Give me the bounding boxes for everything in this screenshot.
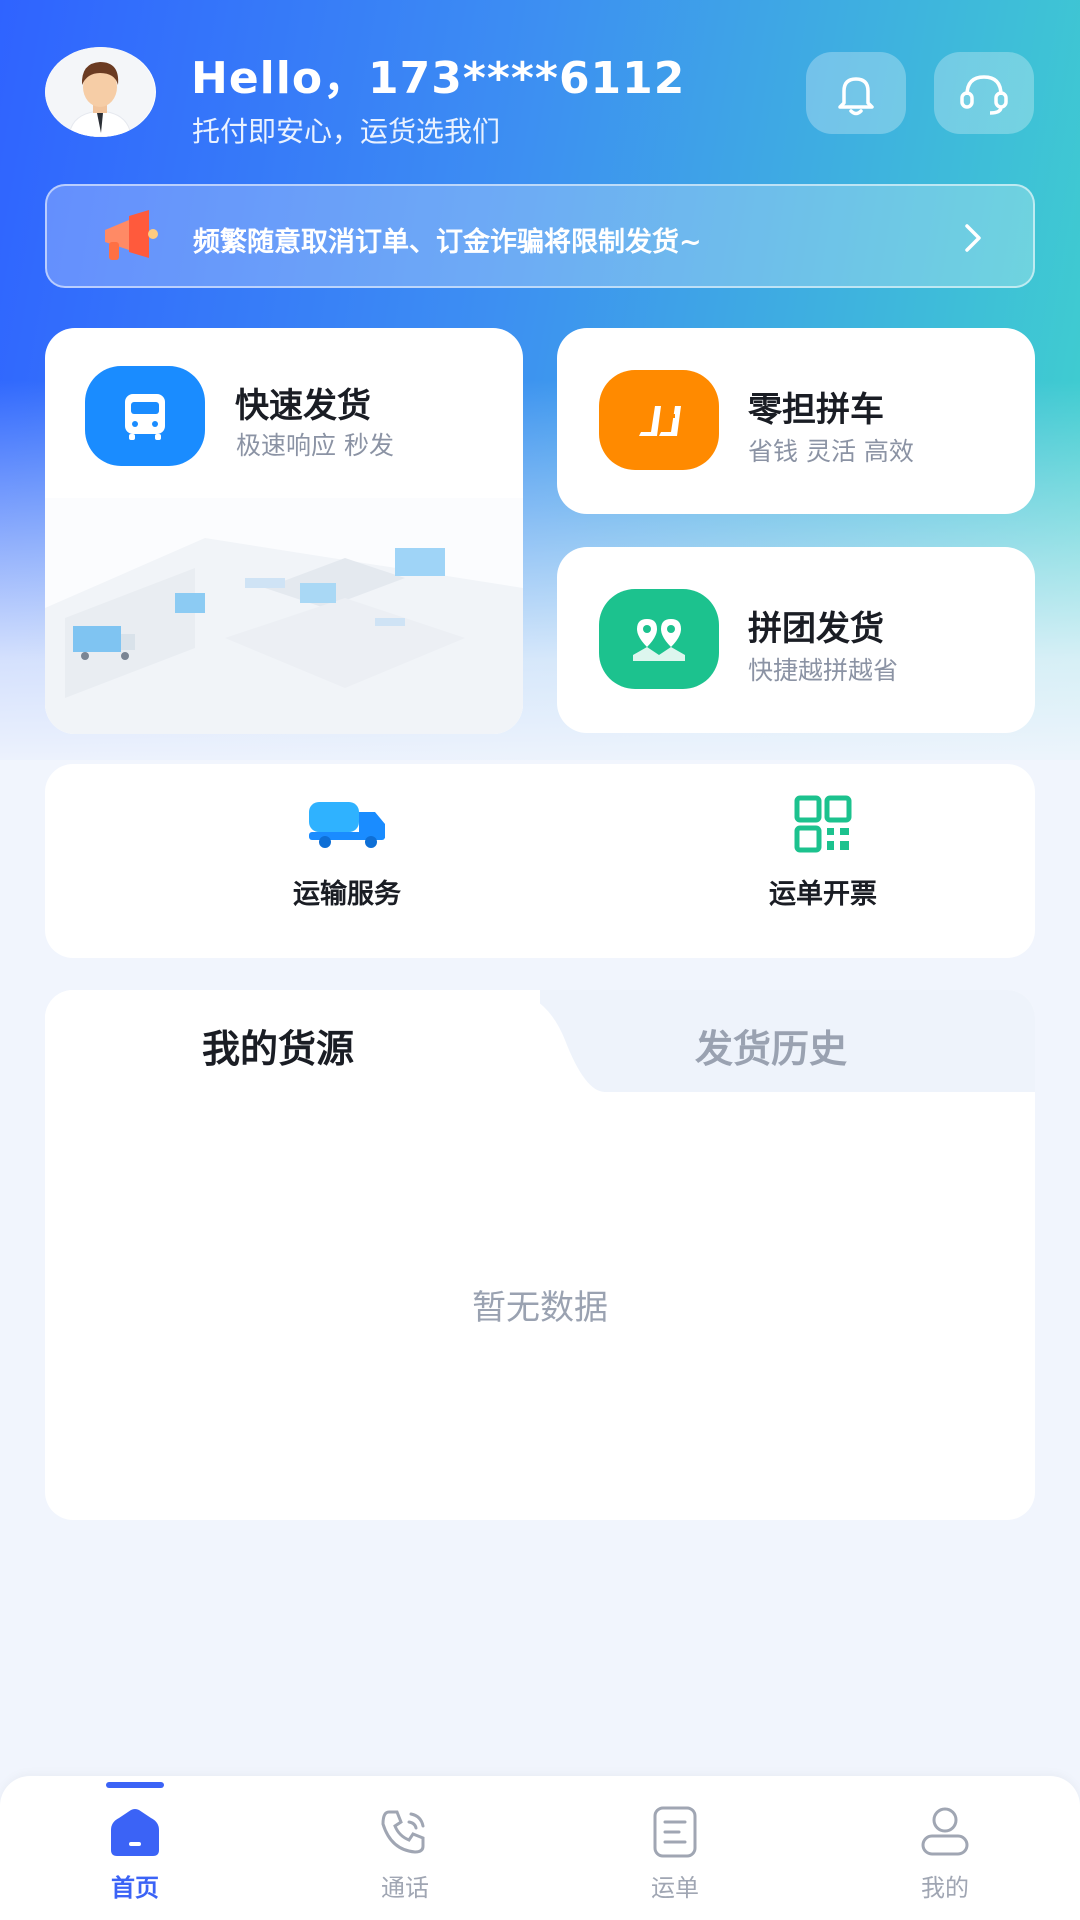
phone-icon xyxy=(381,1810,425,1854)
group-ship-title: 拼团发货 xyxy=(748,609,884,649)
waybill-icon xyxy=(653,1806,697,1858)
customer-service-button[interactable] xyxy=(934,52,1034,134)
tools-panel: 运输服务 运单开票 xyxy=(45,764,1035,958)
chevron-right-icon xyxy=(965,224,981,252)
truck-front-icon xyxy=(85,366,205,466)
nav-label-me: 我的 xyxy=(921,1874,969,1902)
quick-ship-subtitle: 极速响应 秒发 xyxy=(236,431,394,460)
warehouse-illustration xyxy=(45,498,523,734)
avatar[interactable] xyxy=(45,47,156,137)
tanker-truck-icon xyxy=(309,802,385,848)
nav-label-home: 首页 xyxy=(111,1874,159,1902)
nav-active-indicator xyxy=(106,1782,164,1788)
nav-label-calls: 通话 xyxy=(381,1874,429,1902)
greeting-text: Hello，173****6112 xyxy=(191,53,686,104)
bell-icon xyxy=(838,77,874,116)
transport-service-label: 运输服务 xyxy=(293,879,401,910)
waybill-invoice-button[interactable]: 运单开票 xyxy=(673,794,973,911)
nav-label-waybill: 运单 xyxy=(651,1874,699,1902)
seats-icon xyxy=(599,370,719,470)
nav-item-calls[interactable]: 通话 xyxy=(345,1804,465,1903)
map-pin-icon xyxy=(599,589,719,689)
nav-item-me[interactable]: 我的 xyxy=(885,1804,1005,1903)
cargo-tabs-panel: 我的货源 发货历史 暂无数据 xyxy=(45,990,1035,1520)
ltl-carpool-card[interactable]: 零担拼车 省钱 灵活 高效 xyxy=(557,328,1035,514)
waybill-invoice-label: 运单开票 xyxy=(769,879,877,910)
slogan-text: 托付即安心，运货选我们 xyxy=(192,115,501,148)
nav-item-waybill[interactable]: 运单 xyxy=(615,1804,735,1903)
notification-button[interactable] xyxy=(806,52,906,134)
headset-icon xyxy=(960,75,1008,115)
home-icon xyxy=(111,1809,159,1856)
empty-state-text: 暂无数据 xyxy=(472,1288,608,1328)
quick-ship-card[interactable]: 快速发货 极速响应 秒发 xyxy=(45,328,523,734)
group-ship-card[interactable]: 拼团发货 快捷越拼越省 xyxy=(557,547,1035,733)
nav-item-home[interactable]: 首页 xyxy=(75,1804,195,1903)
group-ship-subtitle: 快捷越拼越省 xyxy=(748,656,899,685)
megaphone-icon xyxy=(105,210,158,260)
tab-my-cargo[interactable]: 我的货源 xyxy=(202,1018,354,1073)
qr-code-icon xyxy=(794,795,852,853)
notice-text: 频繁随意取消订单、订金诈骗将限制发货~ xyxy=(193,227,702,258)
ltl-carpool-title: 零担拼车 xyxy=(748,390,884,430)
profile-icon xyxy=(921,1807,969,1856)
tab-shipping-history[interactable]: 发货历史 xyxy=(695,1018,847,1073)
bottom-nav: 首页 通话 运单 我的 xyxy=(0,1776,1080,1920)
quick-ship-title: 快速发货 xyxy=(235,386,371,426)
transport-service-button[interactable]: 运输服务 xyxy=(197,794,497,911)
ltl-carpool-subtitle: 省钱 灵活 高效 xyxy=(748,437,914,466)
notice-banner[interactable]: 频繁随意取消订单、订金诈骗将限制发货~ xyxy=(45,184,1035,288)
